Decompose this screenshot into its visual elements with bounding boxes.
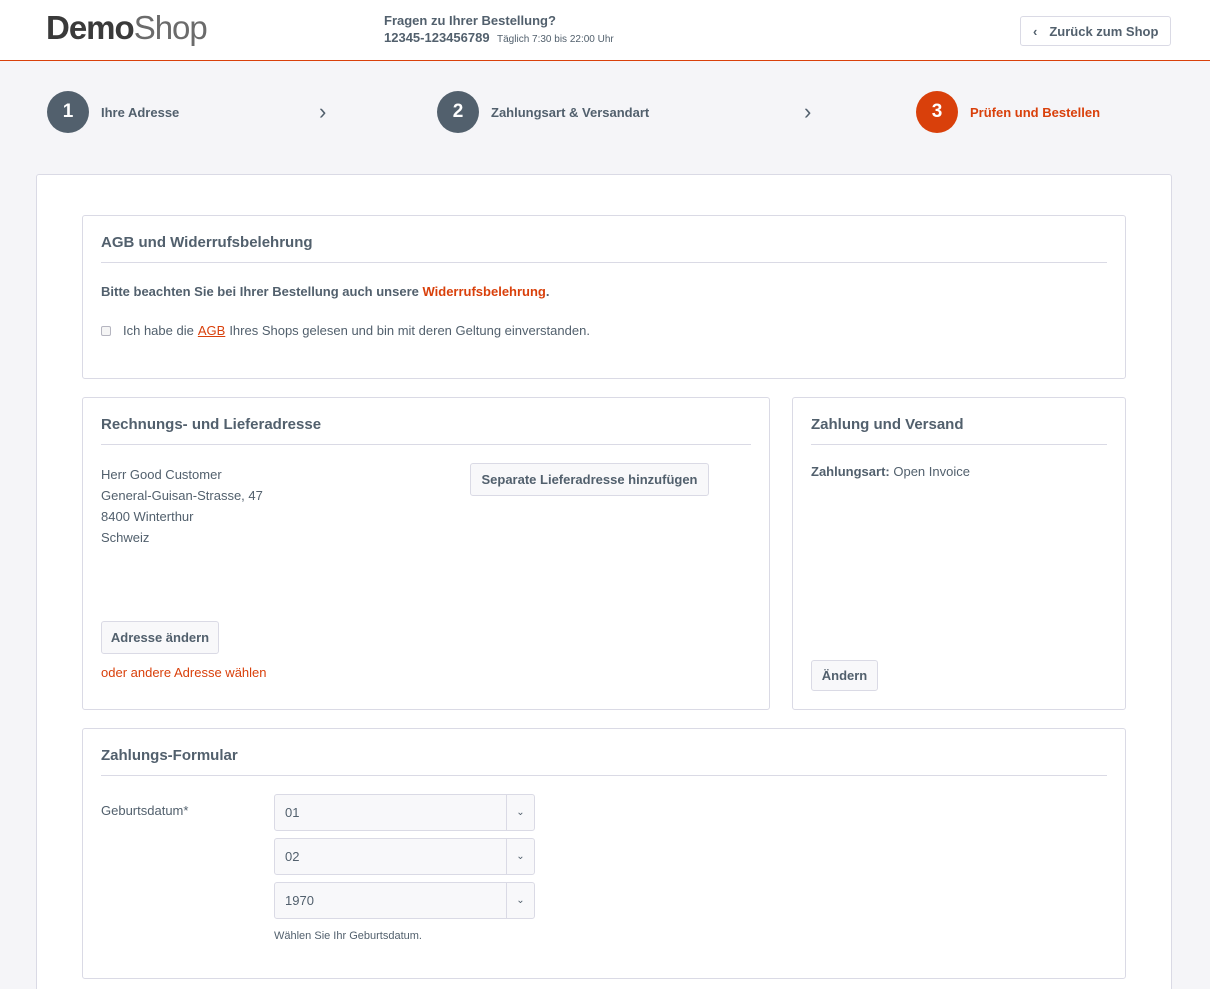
checkout-steps: 1 Ihre Adresse › 2 Zahlungsart & Versand… xyxy=(0,62,1210,158)
dob-label: Geburtsdatum* xyxy=(101,803,189,818)
checkout-content: AGB und Widerrufsbelehrung Bitte beachte… xyxy=(36,174,1172,989)
dob-day-value: 01 xyxy=(285,805,300,820)
address-line: 8400 Winterthur xyxy=(101,509,194,524)
withdrawal-link[interactable]: Widerrufsbelehrung xyxy=(422,284,545,299)
step-review: 3 Prüfen und Bestellen xyxy=(916,91,1100,133)
agb-panel: AGB und Widerrufsbelehrung Bitte beachte… xyxy=(82,215,1126,379)
payment-method-value: Open Invoice xyxy=(893,464,970,479)
dob-month-value: 02 xyxy=(285,849,300,864)
address-line: General-Guisan-Strasse, 47 xyxy=(101,488,263,503)
change-address-button[interactable]: Adresse ändern xyxy=(101,621,219,654)
payment-title: Zahlung und Versand xyxy=(811,416,964,433)
address-panel: Rechnungs- und Lieferadresse Herr Good C… xyxy=(82,397,770,710)
dob-year-select[interactable]: 1970 ⌄ xyxy=(274,882,535,919)
agb-checkbox[interactable] xyxy=(101,325,111,336)
payment-panel: Zahlung und Versand Zahlungsart: Open In… xyxy=(792,397,1126,710)
address-line: Herr Good Customer xyxy=(101,467,222,482)
logo-demo: Demo xyxy=(46,9,135,46)
service-question: Fragen zu Ihrer Bestellung? xyxy=(384,13,556,28)
chevron-down-icon: ⌄ xyxy=(506,839,534,874)
divider xyxy=(101,262,1107,263)
service-phone: 12345-123456789 xyxy=(384,30,490,45)
dob-hint: Wählen Sie Ihr Geburtsdatum. xyxy=(274,930,422,942)
agb-link[interactable]: AGB xyxy=(198,323,225,338)
logo-shop: Shop xyxy=(133,9,208,46)
step-label: Ihre Adresse xyxy=(101,104,180,120)
shop-logo[interactable]: DemoShop xyxy=(46,8,208,48)
change-payment-button[interactable]: Ändern xyxy=(811,660,878,691)
service-info: Fragen zu Ihrer Bestellung? 12345-123456… xyxy=(384,12,614,47)
agb-consent: Ich habe die AGB Ihres Shops gelesen und… xyxy=(101,323,590,338)
address-line: Schweiz xyxy=(101,530,150,545)
payment-method-label: Zahlungsart: xyxy=(811,464,890,479)
agb-note-suffix: . xyxy=(545,284,550,299)
step-label: Zahlungsart & Versandart xyxy=(491,104,650,120)
divider xyxy=(811,444,1107,445)
agb-note: Bitte beachten Sie bei Ihrer Bestellung … xyxy=(101,284,550,299)
payment-method: Zahlungsart: Open Invoice xyxy=(811,464,970,479)
divider xyxy=(101,775,1107,776)
add-shipping-address-button[interactable]: Separate Lieferadresse hinzufügen xyxy=(470,463,709,496)
chevron-down-icon: ⌄ xyxy=(506,883,534,918)
header: DemoShop Fragen zu Ihrer Bestellung? 123… xyxy=(0,0,1210,61)
back-to-shop-button[interactable]: ‹ Zurück zum Shop xyxy=(1020,16,1171,46)
agb-check-prefix: Ich habe die xyxy=(123,323,194,338)
step-payment[interactable]: 2 Zahlungsart & Versandart xyxy=(437,91,649,133)
chevron-right-icon: › xyxy=(319,99,327,124)
step-number: 2 xyxy=(437,91,479,133)
dob-day-select[interactable]: 01 ⌄ xyxy=(274,794,535,831)
chevron-left-icon: ‹ xyxy=(1033,23,1038,39)
step-address[interactable]: 1 Ihre Adresse xyxy=(47,91,179,133)
chevron-right-icon: › xyxy=(804,99,812,124)
agb-note-text: Bitte beachten Sie bei Ihrer Bestellung … xyxy=(101,284,423,299)
service-hours: Täglich 7:30 bis 22:00 Uhr xyxy=(497,34,614,45)
agb-check-suffix: Ihres Shops gelesen und bin mit deren Ge… xyxy=(229,323,590,338)
step-number: 1 xyxy=(47,91,89,133)
chevron-down-icon: ⌄ xyxy=(506,795,534,830)
step-label: Prüfen und Bestellen xyxy=(970,104,1101,120)
payment-form-title: Zahlungs-Formular xyxy=(101,747,238,764)
payment-form-panel: Zahlungs-Formular Geburtsdatum* 01 ⌄ 02 … xyxy=(82,728,1126,979)
step-number: 3 xyxy=(916,91,958,133)
dob-year-value: 1970 xyxy=(285,893,314,908)
address-title: Rechnungs- und Lieferadresse xyxy=(101,416,322,433)
divider xyxy=(101,444,751,445)
back-to-shop-label: Zurück zum Shop xyxy=(1049,23,1159,39)
dob-month-select[interactable]: 02 ⌄ xyxy=(274,838,535,875)
other-address-link[interactable]: oder andere Adresse wählen xyxy=(101,665,267,680)
address-block: Herr Good Customer General-Guisan-Strass… xyxy=(101,464,263,548)
agb-title: AGB und Widerrufsbelehrung xyxy=(101,234,313,251)
